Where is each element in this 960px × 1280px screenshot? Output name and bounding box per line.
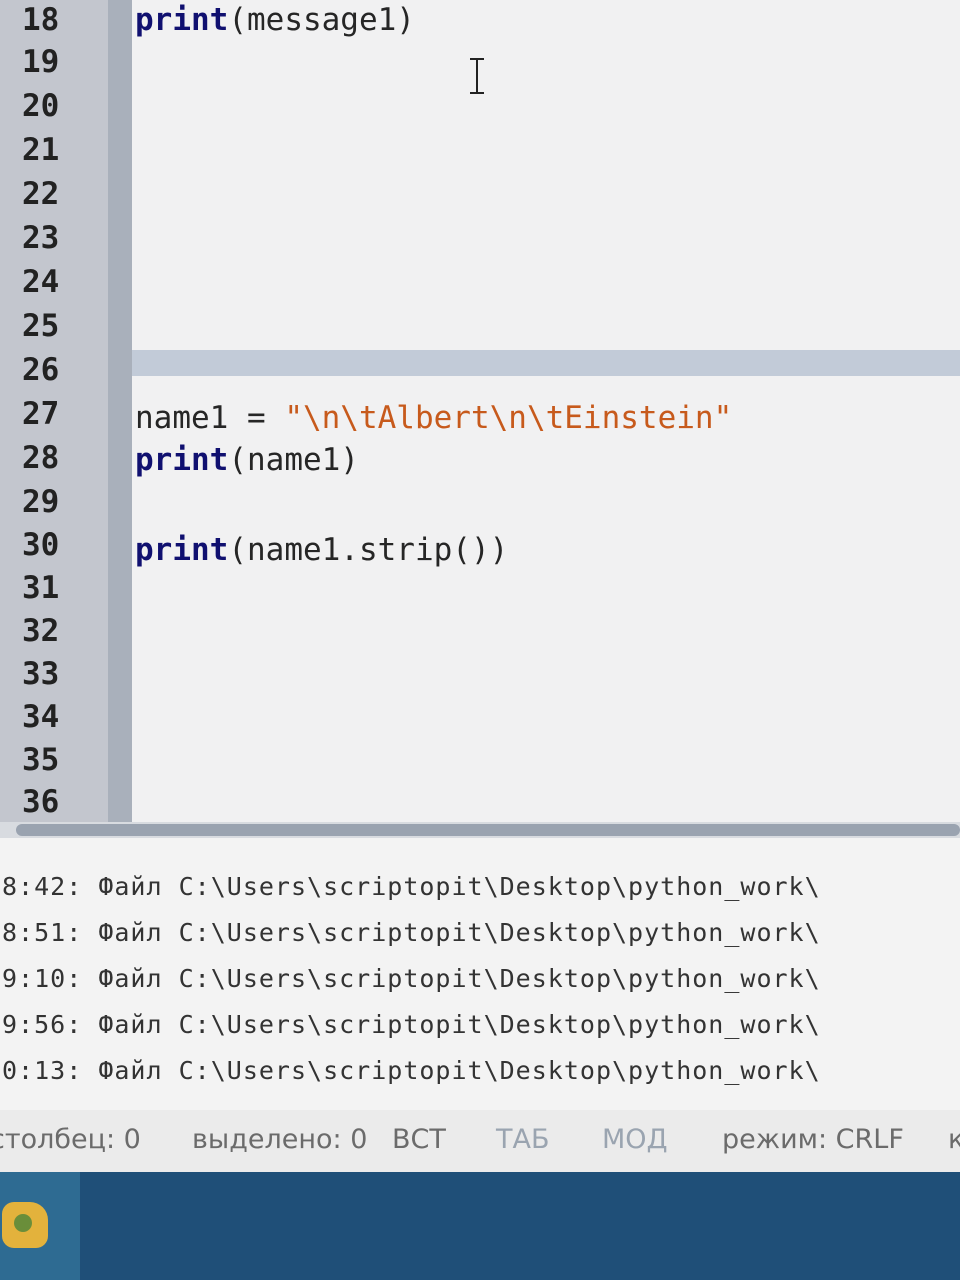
taskbar <box>0 1172 960 1280</box>
line-number: 29 <box>22 484 60 520</box>
line-number: 35 <box>22 742 60 778</box>
log-entry: 9:10: Файл C:\Users\scriptopit\Desktop\p… <box>2 962 821 996</box>
log-time: 9:56: <box>2 1010 83 1039</box>
status-bar: столбец: 0 выделено: 0 ВСТ ТАБ МОД режим… <box>0 1110 960 1172</box>
line-number: 20 <box>22 88 60 124</box>
line-number-gutter: 18 19 20 21 22 23 24 25 26 27 28 29 30 3… <box>0 0 108 822</box>
log-entry: 0:13: Файл C:\Users\scriptopit\Desktop\p… <box>2 1054 821 1088</box>
line-number: 28 <box>22 440 60 476</box>
log-entry: 9:56: Файл C:\Users\scriptopit\Desktop\p… <box>2 1008 821 1042</box>
log-label: Файл <box>98 872 163 901</box>
status-extra: к <box>948 1124 960 1155</box>
line-number: 27 <box>22 396 60 432</box>
code-line-28[interactable]: print(name1) <box>135 440 359 480</box>
current-line-highlight <box>132 350 960 376</box>
code-line-27[interactable]: name1 = "\n\tAlbert\n\tEinstein" <box>135 398 732 438</box>
horizontal-scrollbar[interactable] <box>0 822 960 838</box>
line-number: 33 <box>22 656 60 692</box>
status-tab[interactable]: ТАБ <box>496 1124 550 1155</box>
screen: 18 19 20 21 22 23 24 25 26 27 28 29 30 3… <box>0 0 960 1280</box>
line-number: 31 <box>22 570 60 606</box>
status-column: столбец: 0 <box>0 1124 141 1155</box>
line-number: 22 <box>22 176 60 212</box>
log-label: Файл <box>98 964 163 993</box>
status-mod[interactable]: МОД <box>602 1124 668 1155</box>
line-number: 24 <box>22 264 60 300</box>
log-time: 0:13: <box>2 1056 83 1085</box>
log-entry: 8:51: Файл C:\Users\scriptopit\Desktop\p… <box>2 916 821 950</box>
status-selected: выделено: 0 <box>192 1124 368 1155</box>
line-number: 19 <box>22 44 60 80</box>
line-number: 23 <box>22 220 60 256</box>
code-editor[interactable]: 18 19 20 21 22 23 24 25 26 27 28 29 30 3… <box>0 0 960 822</box>
taskbar-button-area[interactable] <box>0 1172 80 1280</box>
string-literal: "\n\tAlbert\n\tEinstein" <box>284 400 733 436</box>
scrollbar-thumb[interactable] <box>16 824 960 836</box>
log-time: 9:10: <box>2 964 83 993</box>
line-number: 21 <box>22 132 60 168</box>
code-text: name1 = <box>135 400 285 436</box>
status-insert-mode[interactable]: ВСТ <box>392 1124 446 1155</box>
log-path: C:\Users\scriptopit\Desktop\python_work\ <box>178 872 821 901</box>
log-path: C:\Users\scriptopit\Desktop\python_work\ <box>178 1056 821 1085</box>
code-text: (name1.strip()) <box>228 532 509 568</box>
keyword-print: print <box>135 532 229 568</box>
ibeam-cursor-icon <box>468 58 486 94</box>
line-number: 34 <box>22 699 60 735</box>
log-time: 8:51: <box>2 918 83 947</box>
log-entry: 8:42: Файл C:\Users\scriptopit\Desktop\p… <box>2 870 821 904</box>
notepadqq-app-icon[interactable] <box>2 1202 48 1248</box>
log-label: Файл <box>98 1056 163 1085</box>
fold-margin[interactable] <box>108 0 132 822</box>
line-number: 25 <box>22 308 60 344</box>
log-path: C:\Users\scriptopit\Desktop\python_work\ <box>178 1010 821 1039</box>
code-line-18[interactable]: print(message1) <box>135 0 415 40</box>
log-label: Файл <box>98 1010 163 1039</box>
code-text: (message1) <box>228 2 415 38</box>
keyword-print: print <box>135 442 229 478</box>
log-path: C:\Users\scriptopit\Desktop\python_work\ <box>178 918 821 947</box>
output-log-panel[interactable]: 8:42: Файл C:\Users\scriptopit\Desktop\p… <box>0 838 960 1110</box>
log-path: C:\Users\scriptopit\Desktop\python_work\ <box>178 964 821 993</box>
code-line-30[interactable]: print(name1.strip()) <box>135 530 508 570</box>
status-line-ending[interactable]: режим: CRLF <box>722 1124 904 1155</box>
line-number: 32 <box>22 613 60 649</box>
line-number: 30 <box>22 527 60 563</box>
line-number: 18 <box>22 2 60 38</box>
line-number: 26 <box>22 352 60 388</box>
log-label: Файл <box>98 918 163 947</box>
log-time: 8:42: <box>2 872 83 901</box>
keyword-print: print <box>135 2 229 38</box>
code-text: (name1) <box>228 442 359 478</box>
line-number: 36 <box>22 784 60 820</box>
